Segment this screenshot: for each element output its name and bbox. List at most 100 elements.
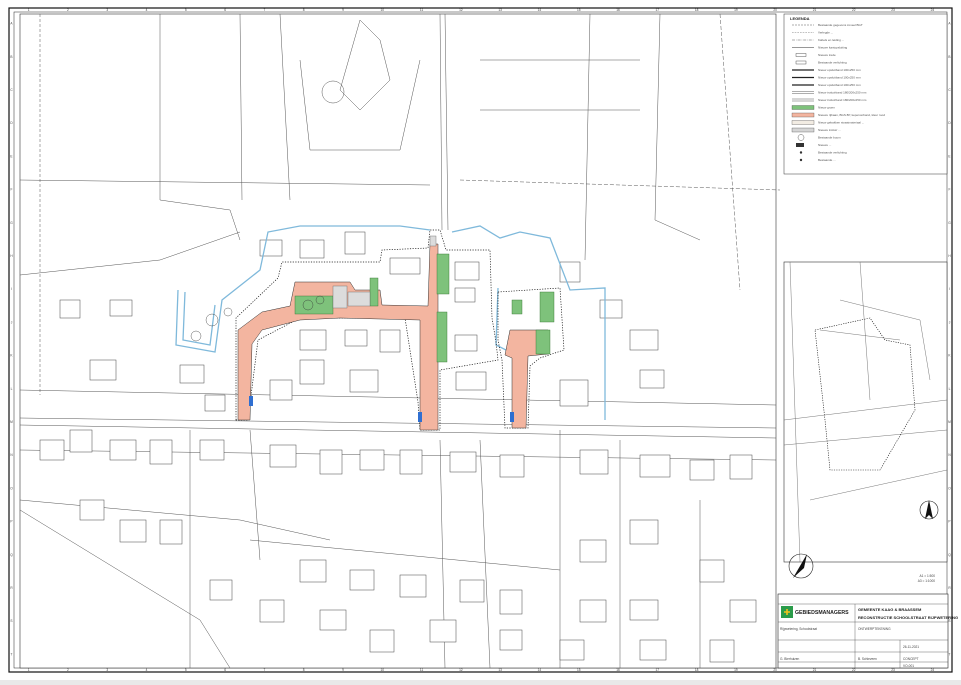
building: [499, 589, 523, 615]
grid-row-label: Q: [10, 553, 13, 557]
building: [559, 639, 585, 661]
legend-label: Nieuw groen: [818, 106, 835, 110]
author-name: G. Bierhuizen: [780, 657, 800, 661]
grid-row-label: P: [948, 520, 950, 524]
grid-row-label: N: [948, 453, 951, 457]
legend-symbol: [791, 105, 815, 110]
building: [579, 599, 607, 623]
grid-column-label: 12: [459, 8, 463, 12]
legend-label: Nieuw opsluitband 100x250 mm: [818, 83, 861, 87]
building: [269, 444, 297, 468]
grid-column-label: 3: [106, 668, 108, 672]
grid-row-label: H: [10, 254, 13, 258]
grid-row-label: C: [948, 88, 951, 92]
grid-column-label: 6: [224, 8, 226, 12]
building: [449, 451, 477, 473]
building: [709, 639, 735, 663]
building: [699, 559, 725, 583]
grid-row-label: G: [948, 221, 951, 225]
grid-column-label: 8: [303, 8, 305, 12]
building: [499, 629, 523, 651]
building: [179, 364, 205, 384]
grid-column-label: 17: [656, 668, 660, 672]
grid-column-label: 7: [264, 8, 266, 12]
grid-row-label: D: [948, 121, 951, 125]
grid-column-label: 1: [28, 668, 30, 672]
building: [379, 329, 401, 353]
grid-column-label: 24: [931, 668, 935, 672]
building: [349, 569, 375, 591]
company-logo: [781, 606, 793, 618]
legend-symbol: [791, 120, 815, 125]
grid-row-label: M: [948, 420, 951, 424]
building: [209, 579, 233, 601]
building: [639, 454, 671, 478]
building: [59, 299, 81, 319]
grid-column-label: 8: [303, 668, 305, 672]
sheet-type: ONTWERPTEKENING: [858, 627, 891, 631]
grid-row-label: N: [10, 453, 13, 457]
grid-row-label: R: [948, 586, 951, 590]
building: [89, 359, 117, 381]
grid-column-label: 21: [813, 668, 817, 672]
grid-column-label: 22: [852, 8, 856, 12]
building: [109, 439, 137, 461]
grid-column-label: 21: [813, 8, 817, 12]
grid-column-label: 11: [420, 8, 424, 12]
building: [729, 454, 753, 480]
client-name: GEMEENTE KAAG & BRAASSEM: [858, 607, 922, 612]
legend-symbol: [799, 151, 803, 154]
legend-label: Nieuwe kantopsluiting: [818, 46, 848, 50]
building: [579, 449, 609, 475]
building: [454, 261, 480, 281]
grid-row-label: H: [948, 254, 951, 258]
legend-symbol: [796, 143, 804, 147]
grid-row-label: I: [11, 287, 12, 291]
building: [369, 629, 395, 653]
building: [204, 394, 226, 412]
legend-label: Kabels en leiding ...: [818, 38, 844, 42]
legend-label: Bestaande ...: [818, 158, 836, 162]
grid-column-label: 13: [498, 668, 502, 672]
building: [319, 609, 347, 631]
grid-row-label: K: [10, 354, 13, 358]
grid-column-label: 7: [264, 668, 266, 672]
grid-column-label: 5: [185, 8, 187, 12]
building: [344, 329, 368, 347]
grid-column-label: 19: [734, 8, 738, 12]
grid-row-label: L: [949, 387, 951, 391]
grid-column-label: 20: [773, 668, 777, 672]
grid-column-label: 9: [342, 8, 344, 12]
grid-column-label: 19: [734, 668, 738, 672]
grid-column-label: 16: [616, 668, 620, 672]
building: [599, 299, 623, 319]
grid-row-label: F: [949, 188, 951, 192]
grid-column-label: 14: [538, 8, 542, 12]
building: [639, 639, 667, 661]
building: [359, 449, 385, 471]
grid-column-label: 20: [773, 8, 777, 12]
grid-row-label: J: [949, 320, 951, 324]
grid-column-label: 11: [420, 668, 424, 672]
building: [499, 454, 525, 478]
grid-column-label: 3: [106, 8, 108, 12]
legend-title: LEGENDA: [790, 16, 810, 21]
building: [389, 257, 421, 275]
grid-column-label: 22: [852, 668, 856, 672]
grid-column-label: 4: [146, 8, 148, 12]
legend-label: Nieuw trottoirband 180/200x250 mm: [818, 98, 867, 102]
building: [79, 499, 105, 521]
legend-symbol: [791, 127, 815, 133]
grid-row-label: A: [948, 22, 951, 26]
grid-row-label: F: [11, 188, 13, 192]
grid-column-label: 9: [342, 668, 344, 672]
building: [429, 619, 457, 643]
building: [454, 287, 476, 303]
grid-row-label: A: [10, 22, 13, 26]
legend-label: Nieuw gebakken straatmateriaal ...: [818, 121, 864, 125]
legend-label: Bestaande boom: [818, 136, 841, 140]
drawing-date: 26-11-2021: [903, 645, 919, 649]
grid-row-label: T: [11, 652, 13, 656]
building: [259, 599, 285, 623]
grid-row-label: M: [10, 420, 13, 424]
